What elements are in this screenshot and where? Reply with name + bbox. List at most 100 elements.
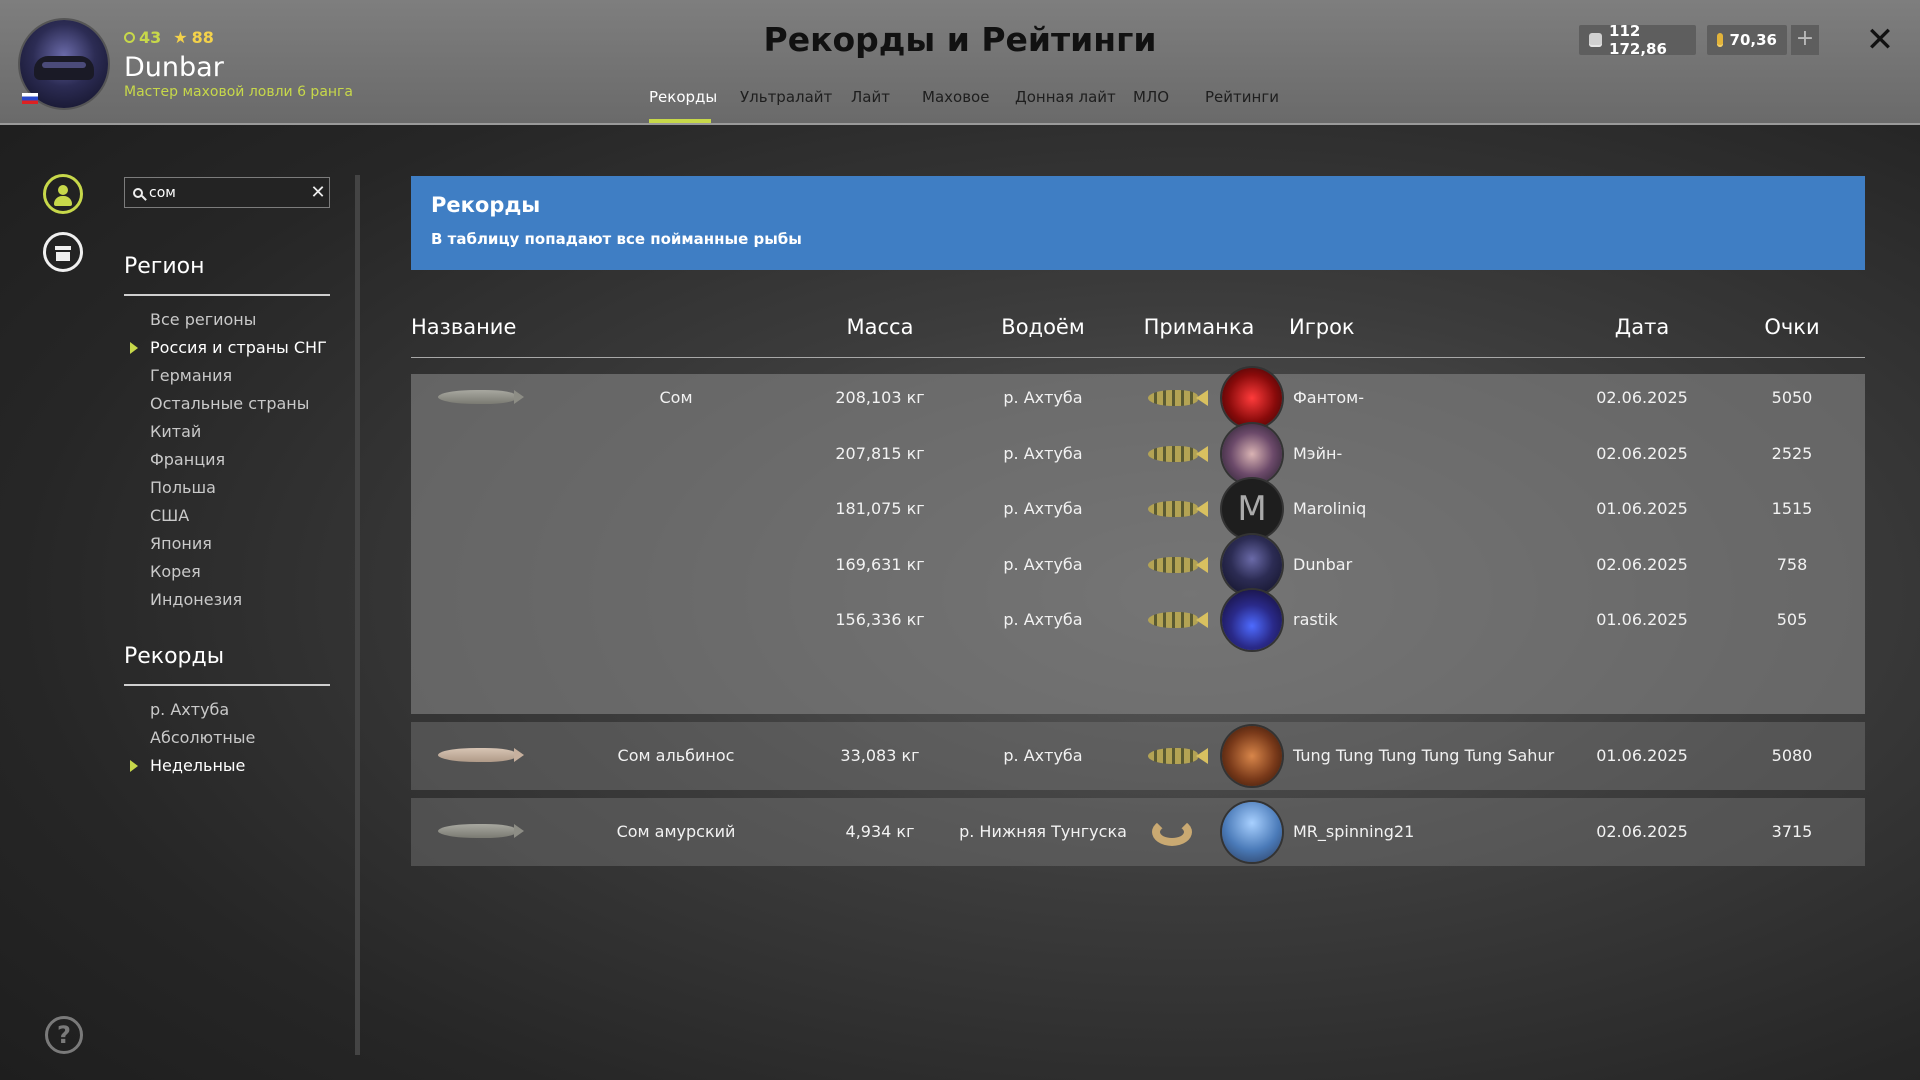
fame-stat: ★ 88 [173, 28, 214, 47]
mass-cell: 156,336 кг [835, 610, 925, 629]
gold-value: 70,36 [1729, 31, 1777, 49]
region-item[interactable]: Польша [150, 474, 327, 502]
date-cell: 01.06.2025 [1596, 746, 1688, 765]
people-icon[interactable] [43, 174, 83, 214]
points-cell: 505 [1776, 610, 1808, 629]
records-list: р. Ахтуба Абсолютные Недельные [129, 696, 255, 780]
banner-title: Рекорды [431, 193, 541, 217]
top-bar: 43 ★ 88 Dunbar Мастер маховой ловли 6 ра… [0, 0, 1920, 125]
gold-coin-icon [1717, 33, 1723, 47]
table-row[interactable]: Сом альбинос 33,083 кг р. Ахтуба Tung Tung … [411, 722, 1865, 790]
records-heading: Рекорды [124, 644, 225, 669]
region-item[interactable]: Германия [150, 362, 327, 390]
star-icon: ★ [173, 28, 188, 47]
bait-icon [1144, 551, 1208, 579]
water-cell: р. Ахтуба [1003, 610, 1083, 629]
records-banner: Рекорды В таблицу попадают все пойманные… [411, 176, 1865, 270]
mass-cell: 33,083 кг [840, 746, 920, 765]
region-item[interactable]: Франция [150, 446, 327, 474]
region-item[interactable]: Корея [150, 558, 327, 586]
player-avatar-icon[interactable] [1222, 802, 1282, 862]
region-item[interactable]: Китай [150, 418, 327, 446]
region-item[interactable]: Остальные страны [150, 390, 327, 418]
silver-value: 112 172,86 [1609, 22, 1667, 58]
points-cell: 3715 [1771, 822, 1813, 841]
records-item[interactable]: Недельные [129, 752, 255, 780]
silver-balance: 112 172,86 [1579, 22, 1696, 58]
bait-icon [1144, 742, 1208, 770]
region-item[interactable]: Россия и страны СНГ [130, 334, 327, 362]
mass-cell: 4,934 кг [845, 822, 915, 841]
table-header: Название Масса Водоём Приманка Игрок Дат… [411, 315, 1865, 358]
player-cell[interactable]: MR_spinning21 [1293, 798, 1414, 866]
tab-records[interactable]: Рекорды [649, 88, 717, 106]
water-cell: р. Ахтуба [1003, 746, 1083, 765]
fish-picture [438, 746, 524, 764]
date-cell: 02.06.2025 [1596, 822, 1688, 841]
player-avatar-icon[interactable] [1222, 479, 1282, 539]
bait-icon [1144, 606, 1208, 634]
help-icon[interactable]: ? [45, 1016, 83, 1054]
table-row[interactable]: Сом амурский 4,934 кг р. Нижняя Тунгуска MR… [411, 798, 1865, 866]
gold-balance: 70,36 [1707, 25, 1787, 55]
player-avatar-icon[interactable] [1222, 726, 1282, 786]
region-item[interactable]: США [150, 502, 327, 530]
region-divider [124, 294, 330, 296]
player-name: Dunbar [124, 52, 224, 83]
level-icon [124, 32, 135, 43]
tab-bottom-light[interactable]: Донная лайт [1015, 88, 1116, 106]
tab-mlo[interactable]: МЛО [1133, 88, 1169, 106]
close-button[interactable]: ✕ [1862, 22, 1898, 58]
level-value: 43 [139, 28, 162, 47]
sidebar-divider [355, 175, 360, 1055]
table-row[interactable]: 156,336 кг р. Ахтуба rastik 01.06.2025 505 [411, 586, 1865, 654]
col-water[interactable]: Водоём [1001, 315, 1084, 339]
region-list: Все регионы Россия и страны СНГ Германия Ос… [130, 306, 327, 614]
player-cell[interactable]: rastik [1293, 586, 1338, 654]
active-tab-indicator [649, 119, 711, 123]
tab-bar: Рекорды Ультралайт Лайт Маховое Донная л… [0, 88, 1920, 124]
tab-ratings[interactable]: Рейтинги [1205, 88, 1279, 106]
banner-subtitle: В таблицу попадают все пойманные рыбы [431, 230, 802, 248]
tab-ultralight[interactable]: Ультралайт [740, 88, 832, 106]
fish-picture [438, 822, 524, 840]
records-item[interactable]: р. Ахтуба [150, 696, 255, 724]
add-gold-button[interactable]: + [1791, 25, 1819, 55]
player-cell[interactable]: Tung Tung Tung Tung Tung Sahur [1293, 722, 1554, 790]
region-item[interactable]: Все регионы [150, 306, 327, 334]
player-stats: 43 ★ 88 [124, 28, 214, 47]
bait-icon [1144, 440, 1208, 468]
level-stat: 43 [124, 28, 161, 47]
col-name[interactable]: Название [411, 315, 516, 339]
player-avatar-icon[interactable] [1222, 368, 1282, 428]
bait-icon [1144, 818, 1208, 846]
search-box: ✕ [124, 177, 330, 208]
silver-coin-icon [1589, 33, 1603, 47]
bait-icon [1144, 495, 1208, 523]
records-divider [124, 684, 330, 686]
archive-icon[interactable] [43, 232, 83, 272]
fish-picture [438, 388, 524, 406]
col-points[interactable]: Очки [1764, 315, 1819, 339]
col-mass[interactable]: Масса [847, 315, 914, 339]
col-bait[interactable]: Приманка [1144, 315, 1255, 339]
car-picture [34, 56, 94, 80]
records-item[interactable]: Абсолютные [150, 724, 255, 752]
points-cell: 5080 [1771, 746, 1813, 765]
col-date[interactable]: Дата [1615, 315, 1669, 339]
bait-icon [1144, 384, 1208, 412]
fish-name: Сом альбинос [617, 746, 735, 765]
fish-name: Сом амурский [616, 822, 736, 841]
col-player[interactable]: Игрок [1289, 315, 1355, 339]
clear-search-icon[interactable]: ✕ [307, 182, 329, 203]
tab-light[interactable]: Лайт [851, 88, 890, 106]
region-item[interactable]: Индонезия [150, 586, 327, 614]
region-heading: Регион [124, 254, 205, 279]
tab-float[interactable]: Маховое [922, 88, 989, 106]
date-cell: 01.06.2025 [1596, 610, 1688, 629]
search-icon [133, 187, 143, 198]
search-input[interactable] [143, 184, 307, 201]
player-avatar-icon[interactable] [1222, 590, 1282, 650]
region-item[interactable]: Япония [150, 530, 327, 558]
water-cell: р. Нижняя Тунгуска [959, 822, 1127, 841]
